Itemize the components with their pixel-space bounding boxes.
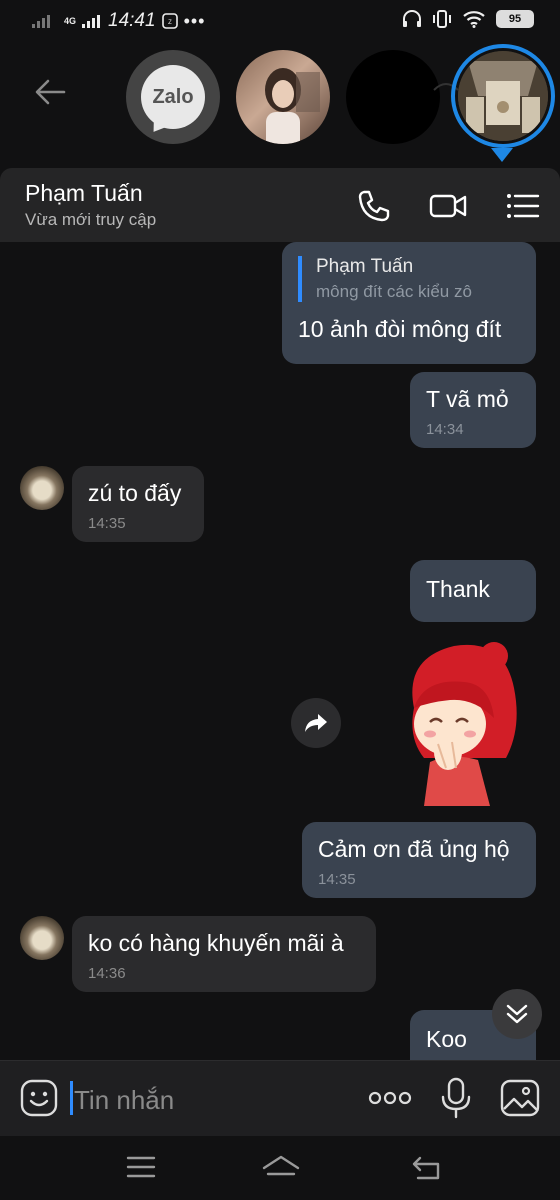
chat-heads-bar: Zalo	[0, 44, 560, 168]
chat-head-avatar-3[interactable]	[346, 50, 440, 144]
battery-indicator: 95	[496, 10, 534, 28]
zalo-notification-icon: Z	[161, 13, 178, 29]
menu-list-icon[interactable]	[502, 186, 542, 226]
message-time: 14:36	[88, 965, 126, 982]
message-list[interactable]: Phạm Tuấn mông đít các kiểu zô 10 ảnh đò…	[0, 242, 560, 1060]
message-text: zú to đấy	[88, 480, 182, 506]
forward-arrow-icon	[305, 714, 327, 732]
message-bubble-outgoing[interactable]: Phạm Tuấn mông đít các kiểu zô 10 ảnh đò…	[282, 242, 536, 364]
microphone-icon[interactable]	[440, 1077, 472, 1119]
message-time: 14:34	[426, 421, 464, 438]
system-nav-bar	[0, 1136, 560, 1200]
signal-icon	[32, 15, 50, 28]
headphones-icon	[403, 10, 421, 27]
back-arrow-icon[interactable]	[30, 72, 70, 112]
status-bar: 4G 14:41 Z ••• 95	[0, 0, 560, 44]
chat-head-avatar-2[interactable]	[236, 50, 330, 144]
active-chat-head[interactable]	[458, 51, 548, 141]
forward-button[interactable]	[291, 698, 341, 748]
scroll-to-bottom-button[interactable]	[492, 989, 542, 1039]
message-bubble-outgoing[interactable]: Thank	[410, 560, 536, 622]
emoji-icon[interactable]	[20, 1079, 58, 1117]
contact-status: Vừa mới truy cập	[25, 210, 157, 229]
contact-name[interactable]: Phạm Tuấn	[25, 180, 143, 207]
message-text: ko có hàng khuyến mãi à	[88, 930, 344, 956]
message-bubble-outgoing[interactable]: Cảm ơn đã ủng hộ 14:35	[302, 822, 536, 898]
text-cursor	[70, 1081, 73, 1115]
wifi-icon	[463, 11, 485, 28]
message-bubble-incoming[interactable]: ko có hàng khuyến mãi à 14:36	[72, 916, 376, 992]
message-time: 14:35	[318, 871, 356, 888]
message-input[interactable]: Tin nhắn	[74, 1085, 174, 1116]
zalo-logo-text: Zalo	[152, 85, 194, 108]
sender-avatar[interactable]	[20, 466, 64, 510]
zalo-logo: Zalo	[141, 65, 205, 137]
message-bubble-outgoing[interactable]: T vã mỏ 14:34	[410, 372, 536, 448]
room-photo	[458, 51, 548, 141]
network-type: 4G	[64, 15, 77, 26]
vibrate-icon	[433, 10, 451, 28]
quoted-sender: Phạm Tuấn	[316, 256, 414, 277]
active-head-pointer	[491, 148, 513, 162]
zalo-chat-head[interactable]: Zalo	[126, 50, 220, 144]
girl-sticker[interactable]	[394, 638, 524, 806]
phone-icon[interactable]	[354, 186, 394, 226]
more-notifications: •••	[183, 10, 206, 31]
message-time: 14:35	[88, 515, 126, 532]
double-chevron-down-icon	[506, 1004, 528, 1024]
chat-header: Phạm Tuấn Vừa mới truy cập	[0, 168, 560, 242]
signal-icon-2	[82, 15, 101, 28]
sender-avatar[interactable]	[20, 916, 64, 960]
svg-text:Z: Z	[168, 20, 172, 26]
quoted-text: mông đít các kiểu zô	[316, 282, 472, 301]
message-text: 10 ảnh đòi mông đít	[298, 316, 502, 342]
more-options-icon[interactable]	[368, 1089, 412, 1107]
message-text: Cảm ơn đã ủng hộ	[318, 836, 510, 862]
quoted-message[interactable]: Phạm Tuấn mông đít các kiểu zô	[298, 256, 520, 302]
message-text: T vã mỏ	[426, 386, 509, 412]
image-gallery-icon[interactable]	[500, 1079, 540, 1117]
message-text: Thank	[426, 576, 490, 602]
message-input-bar: Tin nhắn	[0, 1060, 560, 1136]
status-left: 4G 14:41 Z •••	[32, 10, 205, 32]
clock: 14:41	[108, 10, 156, 31]
portrait-image	[265, 68, 320, 144]
back-nav-icon[interactable]	[410, 1154, 442, 1182]
message-bubble-incoming[interactable]: zú to đấy 14:35	[72, 466, 204, 542]
video-call-icon[interactable]	[428, 186, 468, 226]
status-right: 95	[402, 10, 534, 28]
home-icon[interactable]	[262, 1154, 300, 1182]
recent-apps-icon[interactable]	[126, 1154, 156, 1180]
